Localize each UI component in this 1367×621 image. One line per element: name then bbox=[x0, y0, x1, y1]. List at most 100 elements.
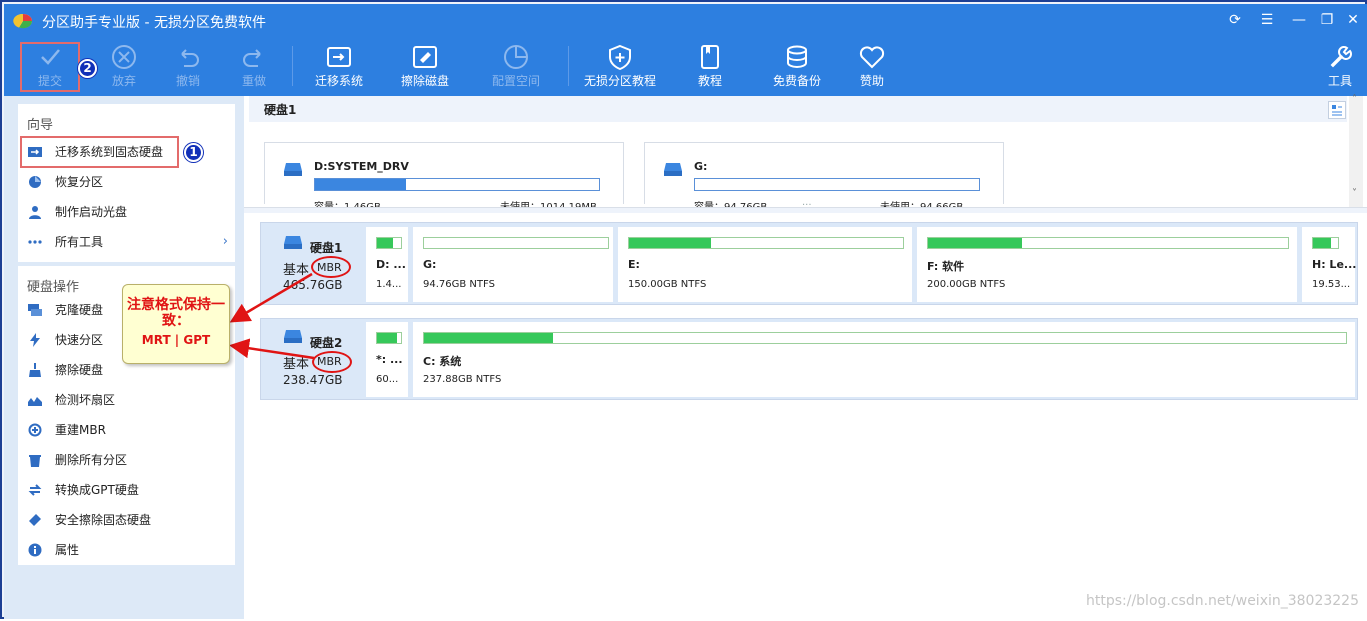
partition-detail: 237.88GB NTFS bbox=[423, 374, 502, 385]
redo-button[interactable]: 重做 bbox=[226, 38, 282, 96]
sidebar-item-label: 快速分区 bbox=[55, 333, 104, 347]
redo-label: 重做 bbox=[241, 74, 266, 88]
disk-size: 465.76GB bbox=[283, 278, 343, 292]
hard-disk-icon bbox=[284, 330, 302, 343]
partition-detail: 1.4... bbox=[376, 279, 402, 290]
partition-usage-bar bbox=[314, 178, 600, 191]
top-pane-scrollbar[interactable]: ˄ ˅ bbox=[1349, 94, 1363, 207]
allocate-space-label: 配置空间 bbox=[491, 74, 540, 88]
tutorial-label: 教程 bbox=[697, 74, 722, 88]
partition-block[interactable]: D: ... 1.4... bbox=[366, 227, 408, 302]
partition-detail: 150.00GB NTFS bbox=[628, 279, 707, 290]
menu-icon[interactable]: ☰ bbox=[1258, 11, 1276, 29]
sidebar-item-label: 删除所有分区 bbox=[55, 453, 128, 467]
refresh-icon[interactable]: ⟳ bbox=[1226, 11, 1244, 29]
partition-name: D:SYSTEM_DRV bbox=[314, 160, 409, 173]
partition-block[interactable]: F: 软件 200.00GB NTFS bbox=[917, 227, 1297, 302]
partition-usage-fill bbox=[629, 238, 712, 248]
donate-button[interactable]: 赞助 bbox=[850, 38, 894, 96]
partition-label: G: bbox=[423, 258, 437, 271]
partition-label: D: ... bbox=[376, 258, 406, 271]
sidebar-item-label: 恢复分区 bbox=[55, 175, 104, 189]
minimize-button[interactable]: — bbox=[1290, 11, 1308, 29]
partition-detail: 60... bbox=[376, 374, 399, 385]
partition-usage-bar bbox=[376, 237, 402, 249]
allocate-space-button[interactable]: 配置空间 bbox=[484, 38, 548, 96]
sidebar-item-label: 转换成GPT硬盘 bbox=[55, 483, 139, 497]
scroll-up-icon[interactable]: ˄ bbox=[1352, 94, 1357, 105]
partition-detail: 200.00GB NTFS bbox=[927, 279, 1006, 290]
partition-usage-fill bbox=[928, 238, 1022, 248]
sidebar-item-recover-partition[interactable]: 恢复分区 bbox=[28, 169, 228, 195]
sidebar-item-rebuild-mbr[interactable]: 重建MBR bbox=[28, 417, 228, 443]
sidebar-item-make-boot-disc[interactable]: 制作启动光盘 bbox=[28, 199, 228, 225]
broom-icon bbox=[29, 363, 41, 377]
sidebar-item-secure-erase-ssd[interactable]: 安全擦除固态硬盘 bbox=[28, 507, 228, 533]
free-backup-button[interactable]: 免费备份 bbox=[766, 38, 828, 96]
sidebar-item-label: 所有工具 bbox=[55, 235, 104, 249]
scroll-down-icon[interactable]: ˅ bbox=[1352, 188, 1357, 199]
partition-block[interactable]: C: 系统 237.88GB NTFS bbox=[413, 322, 1355, 397]
partition-usage-bar bbox=[376, 332, 402, 344]
close-button[interactable]: ✕ bbox=[1344, 11, 1362, 29]
watermark: https://blog.csdn.net/weixin_38023225 bbox=[1085, 593, 1359, 609]
disk-row[interactable]: 硬盘1 基本 MBR 465.76GB D: ... 1.4... G: 94.… bbox=[260, 222, 1358, 305]
wizard-panel: 向导 迁移系统到固态硬盘 恢复分区 制作启动光盘 所有工具 › bbox=[18, 104, 235, 262]
undo-button[interactable]: 撤销 bbox=[160, 38, 216, 96]
restore-button[interactable]: ❐ bbox=[1318, 11, 1336, 29]
sidebar-item-label: 安全擦除固态硬盘 bbox=[55, 513, 152, 527]
partition-block[interactable]: *: ... 60... bbox=[366, 322, 408, 397]
selected-disk-header: 硬盘1 bbox=[249, 96, 1347, 122]
partition-card[interactable]: D:SYSTEM_DRV 容量：1.46GB 未使用：1014.19MB bbox=[264, 142, 624, 213]
toolbar-divider bbox=[568, 46, 569, 86]
partition-detail: 19.53... bbox=[1312, 279, 1351, 290]
partition-usage-fill bbox=[1313, 238, 1331, 248]
sidebar-item-properties[interactable]: 属性 bbox=[28, 537, 228, 563]
sidebar-item-all-tools[interactable]: 所有工具 › bbox=[28, 229, 228, 255]
wipe-disk-button[interactable]: 擦除磁盘 bbox=[394, 38, 456, 96]
migrate-disk-icon bbox=[327, 47, 351, 67]
wave-check-icon bbox=[28, 397, 42, 406]
partition-label: *: ... bbox=[376, 353, 403, 366]
disk-operations-heading: 硬盘操作 bbox=[27, 280, 80, 295]
splitter-grip-icon: ··· bbox=[802, 200, 812, 211]
migrate-os-button[interactable]: 迁移系统 bbox=[308, 38, 370, 96]
partition-label: C: 系统 bbox=[423, 355, 462, 368]
sidebar-item-delete-all-partitions[interactable]: 删除所有分区 bbox=[28, 447, 228, 473]
user-disc-icon bbox=[29, 206, 41, 219]
highlight-commit-box bbox=[20, 42, 80, 92]
info-icon bbox=[28, 543, 42, 557]
undo-label: 撤销 bbox=[175, 74, 200, 88]
wrench-icon bbox=[1330, 46, 1352, 68]
partition-block[interactable]: E: 150.00GB NTFS bbox=[618, 227, 912, 302]
convert-icon bbox=[28, 484, 42, 496]
wipe-disk-label: 擦除磁盘 bbox=[400, 74, 449, 88]
hard-disk-icon bbox=[284, 163, 302, 176]
discard-button[interactable]: 放弃 bbox=[96, 38, 152, 96]
sidebar-item-check-bad-sectors[interactable]: 检测坏扇区 bbox=[28, 387, 228, 413]
partition-name: G: bbox=[694, 160, 708, 173]
tools-button[interactable]: 工具 bbox=[1322, 38, 1358, 96]
lossless-tutorial-button[interactable]: 无损分区教程 bbox=[580, 38, 660, 96]
sidebar-item-convert-to-gpt[interactable]: 转换成GPT硬盘 bbox=[28, 477, 228, 503]
partition-detail: 94.76GB NTFS bbox=[423, 279, 495, 290]
disk-name: 硬盘1 bbox=[310, 241, 343, 255]
tools-label: 工具 bbox=[1327, 74, 1352, 88]
disk-size: 238.47GB bbox=[283, 373, 343, 387]
partition-usage-fill bbox=[377, 238, 394, 248]
recover-partition-icon bbox=[29, 176, 41, 188]
heart-icon bbox=[859, 46, 885, 69]
wipe-disk-icon bbox=[413, 46, 437, 68]
partition-block[interactable]: H: Le... 19.53... bbox=[1302, 227, 1356, 302]
callout-text: 注意格式保持一致： bbox=[127, 297, 225, 329]
partition-card[interactable]: G: 容量：94.76GB 未使用：94.66GB bbox=[644, 142, 1004, 213]
pie-chart-icon bbox=[504, 45, 528, 69]
pane-splitter[interactable]: ··· bbox=[244, 200, 1367, 213]
tutorial-button[interactable]: 教程 bbox=[688, 38, 732, 96]
disk-row[interactable]: 硬盘2 基本 MBR 238.47GB *: ... 60... C: 系统 2… bbox=[260, 318, 1358, 400]
hard-disk-icon bbox=[284, 236, 302, 249]
disk-name: 硬盘2 bbox=[310, 336, 343, 350]
partition-block[interactable]: G: 94.76GB NTFS bbox=[413, 227, 613, 302]
wizard-heading: 向导 bbox=[27, 118, 54, 133]
view-toggle-icon[interactable] bbox=[1328, 101, 1346, 119]
